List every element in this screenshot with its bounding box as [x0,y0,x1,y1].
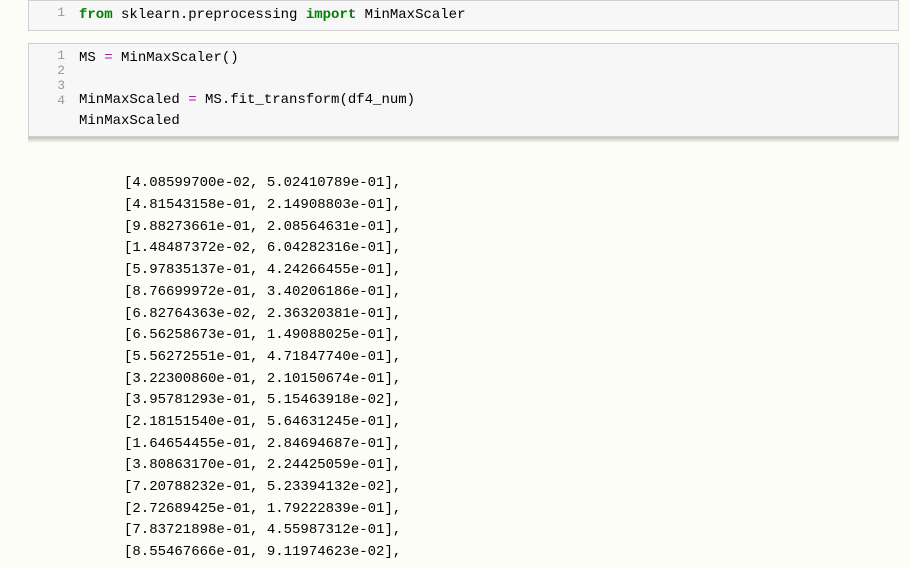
cell-output[interactable]: [4.08599700e-02, 5.02410789e-01], [4.815… [28,143,899,558]
line-number-gutter: 1 [29,1,73,30]
cell-input: 1 2 3 4 MS = MinMaxScaler() MinMaxScaled… [29,44,898,136]
code-text: MinMaxScaled [79,113,180,129]
code-text: MS.fit_transform(df4_num) [197,92,415,108]
blank-line [79,71,87,87]
line-number: 1 [33,5,65,20]
keyword-import: import [306,7,356,23]
code-text: MS [79,50,104,66]
cell-input: 1 from sklearn.preprocessing import MinM… [29,1,898,30]
operator-eq: = [188,92,196,108]
line-number: 3 [33,78,65,93]
code-text: MinMaxScaler() [113,50,239,66]
line-number: 1 [33,48,65,63]
code-text: MinMaxScaled [79,92,188,108]
code-cell-1[interactable]: 1 from sklearn.preprocessing import MinM… [28,0,899,31]
code-cell-2[interactable]: 1 2 3 4 MS = MinMaxScaler() MinMaxScaled… [28,43,899,137]
notebook: 1 from sklearn.preprocessing import MinM… [0,0,909,558]
code-line[interactable]: from sklearn.preprocessing import MinMax… [73,1,898,30]
keyword-from: from [79,7,113,23]
code-block[interactable]: MS = MinMaxScaler() MinMaxScaled = MS.fi… [73,44,898,136]
line-number: 2 [33,63,65,78]
line-number: 4 [33,93,65,108]
import-name: MinMaxScaler [356,7,465,23]
operator-eq: = [104,50,112,66]
output-array: [4.08599700e-02, 5.02410789e-01], [4.815… [124,173,899,558]
line-number-gutter: 1 2 3 4 [29,44,73,136]
module-path: sklearn.preprocessing [113,7,306,23]
